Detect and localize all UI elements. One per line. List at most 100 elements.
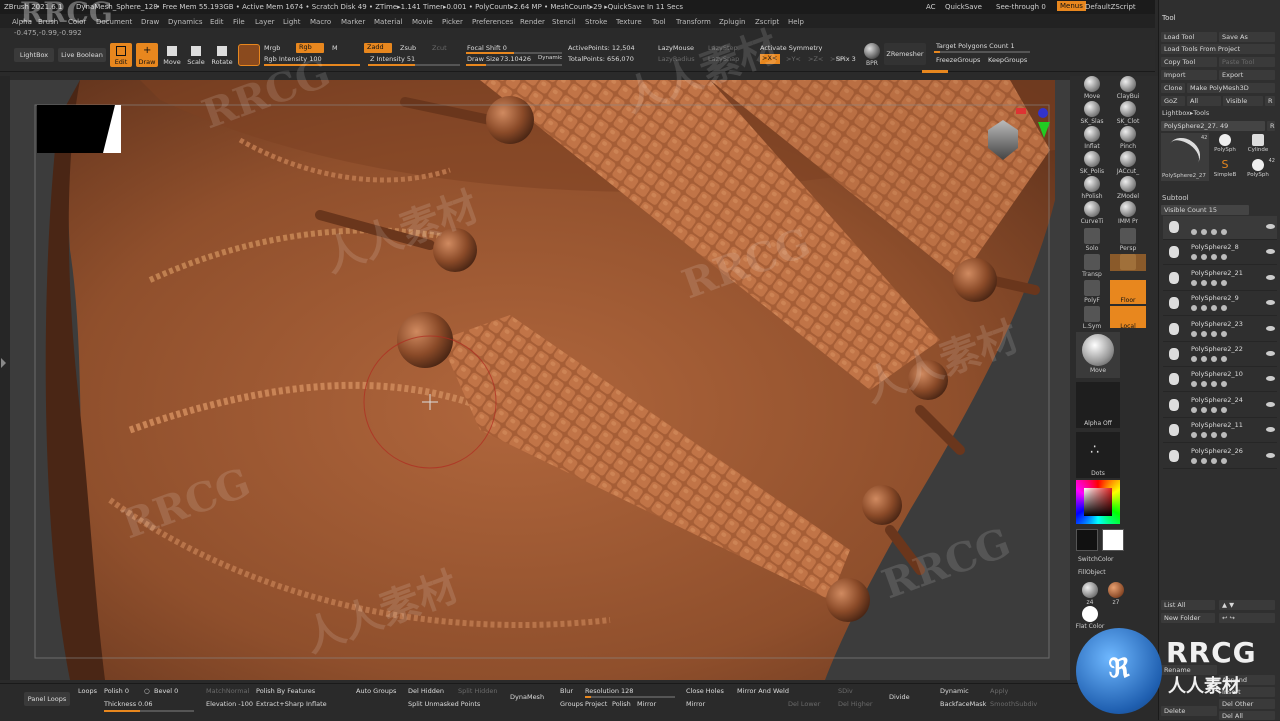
extract-sharp-button[interactable]: Extract+Sharp [256,700,304,708]
polish-by-features-button[interactable]: Polish By Features [256,687,315,695]
del-hidden-button[interactable]: Del Hidden [408,687,444,695]
draw-mode-button[interactable]: + Draw [136,43,158,67]
m-button[interactable]: M [332,44,338,52]
visible-button[interactable]: Visible [1223,96,1263,106]
menu-zscript[interactable]: Zscript [755,18,779,26]
subtool-item[interactable]: PolySphere2_21 [1163,267,1277,291]
menu-file[interactable]: File [233,18,245,26]
mrgb-button[interactable]: Mrgb [264,44,280,52]
tool-thumb-current[interactable]: 42 PolySphere2_27 [1161,131,1209,181]
del-higher-button[interactable]: Del Higher [838,700,873,708]
current-tool-r-button[interactable]: R [1267,121,1275,131]
lightbox-button[interactable]: LightBox [14,48,54,62]
menus-button[interactable]: Menus [1057,1,1086,11]
subtool-toggles[interactable] [1191,406,1251,413]
brush-sk-polish[interactable]: SK_Polis [1074,151,1110,175]
color-square[interactable] [1084,488,1112,516]
dynamesh-polish-button[interactable]: Polish [612,700,631,708]
menu-edit[interactable]: Edit [210,18,224,26]
material-swatch[interactable] [238,44,260,66]
menu-stroke[interactable]: Stroke [585,18,607,26]
rgb-button[interactable]: Rgb [296,43,324,53]
eye-icon[interactable] [1266,224,1275,229]
tool-thumb-cylinder[interactable]: Cylinde [1241,133,1275,157]
rgb-intensity-slider[interactable] [264,64,360,66]
copy-tool-button[interactable]: Copy Tool [1161,57,1217,67]
bpr-button[interactable]: BPR [862,42,882,70]
inflate-label[interactable]: Inflate [306,700,327,708]
sculpt-render[interactable] [10,80,1070,680]
brush-pinch[interactable]: Pinch [1110,126,1146,150]
brush-claybuildup[interactable]: ClayBui [1110,76,1146,100]
primary-color-swatch[interactable] [1076,529,1098,551]
sdiv-slider[interactable]: SDiv [838,687,853,695]
floor-button[interactable]: Floor [1110,280,1146,304]
subtool-arrows[interactable]: ▲ ▼ [1219,600,1275,610]
mirror-and-weld-button[interactable]: Mirror And Weld [737,687,789,695]
canvas-viewport[interactable] [10,80,1070,680]
save-as-button[interactable]: Save As [1219,32,1275,42]
live-boolean-button[interactable]: Live Boolean [58,48,106,62]
load-tool-button[interactable]: Load Tool [1161,32,1217,42]
menu-macro[interactable]: Macro [310,18,331,26]
eye-icon[interactable] [1266,452,1275,458]
brush-jaccut[interactable]: JACcut_ [1110,151,1146,175]
menu-dynamics[interactable]: Dynamics [168,18,203,26]
z-intensity-slider[interactable] [368,64,460,66]
menu-transform[interactable]: Transform [676,18,711,26]
match-normal-label[interactable]: MatchNormal [206,687,249,695]
subtool-item[interactable]: PolySphere2_26 [1163,445,1277,469]
r-button[interactable]: R [1265,96,1275,106]
subtool-toggles[interactable] [1191,229,1251,235]
freeze-groups-button[interactable]: FreezeGroups [936,56,980,64]
clone-button[interactable]: Clone [1161,83,1185,93]
stroke-slot[interactable]: ∴ Dots [1076,432,1120,478]
menu-layer[interactable]: Layer [255,18,275,26]
scale-mode-button[interactable]: Scale [186,43,206,67]
resolution-slider[interactable] [585,696,675,698]
panel-loops-button[interactable]: Panel Loops [24,692,70,706]
rotate-mode-button[interactable]: Rotate [210,43,234,67]
keep-groups-button[interactable]: KeepGroups [988,56,1027,64]
menu-render[interactable]: Render [520,18,545,26]
delete-button[interactable]: Delete [1161,706,1217,716]
menu-movie[interactable]: Movie [412,18,433,26]
tool-thumb-simplebrush[interactable]: S SimpleB [1211,158,1239,182]
left-tray[interactable] [0,76,10,680]
groups-button[interactable]: Groups [560,700,583,708]
mirror-button[interactable]: Mirror [686,700,705,708]
menu-help[interactable]: Help [788,18,804,26]
loops-label[interactable]: Loops [78,687,97,695]
subtool-toggles[interactable] [1191,432,1251,439]
auto-groups-button[interactable]: Auto Groups [356,687,396,695]
menu-tool[interactable]: Tool [652,18,666,26]
brush-inflate[interactable]: Inflat [1074,126,1110,150]
menu-alpha[interactable]: Alpha [12,18,32,26]
goz-button[interactable]: GoZ [1161,96,1185,106]
lazy-mouse-button[interactable]: LazyMouse [658,44,694,52]
fill-object-button[interactable]: FillObject [1078,569,1106,576]
edit-mode-button[interactable]: Edit [110,43,132,67]
local-button[interactable]: Local [1110,306,1146,330]
divide-button[interactable]: Divide [889,693,910,701]
subtool-toggles[interactable] [1191,356,1251,362]
color-picker[interactable] [1076,480,1120,524]
smooth-subdiv-button[interactable]: SmoothSubdiv [990,700,1037,708]
polish-label[interactable]: Polish 0 [104,687,129,695]
brush-curvetube[interactable]: CurveTi [1074,201,1110,225]
brush-zmodeler[interactable]: ZModel [1110,176,1146,200]
flat-color-button[interactable]: Flat Color [1072,606,1108,630]
menu-stencil[interactable]: Stencil [552,18,576,26]
zsub-button[interactable]: Zsub [400,44,416,52]
alpha-slot[interactable]: Alpha Off [1076,382,1120,428]
current-tool-slider[interactable]: PolySphere2_27. 49 [1161,121,1265,131]
subtool-toggles[interactable] [1191,305,1251,312]
move-subtool-arrows[interactable]: ↩ ↪ [1219,613,1275,623]
brush-hpolish[interactable]: hPolish [1074,176,1110,200]
subtool-item[interactable] [1163,216,1277,240]
dynamesh-mirror-button[interactable]: Mirror [637,700,656,708]
navigation-thumbnail[interactable] [37,105,121,153]
material-z7[interactable]: z7 [1098,582,1134,606]
all-button[interactable]: All [1187,96,1221,106]
menu-material[interactable]: Material [374,18,402,26]
